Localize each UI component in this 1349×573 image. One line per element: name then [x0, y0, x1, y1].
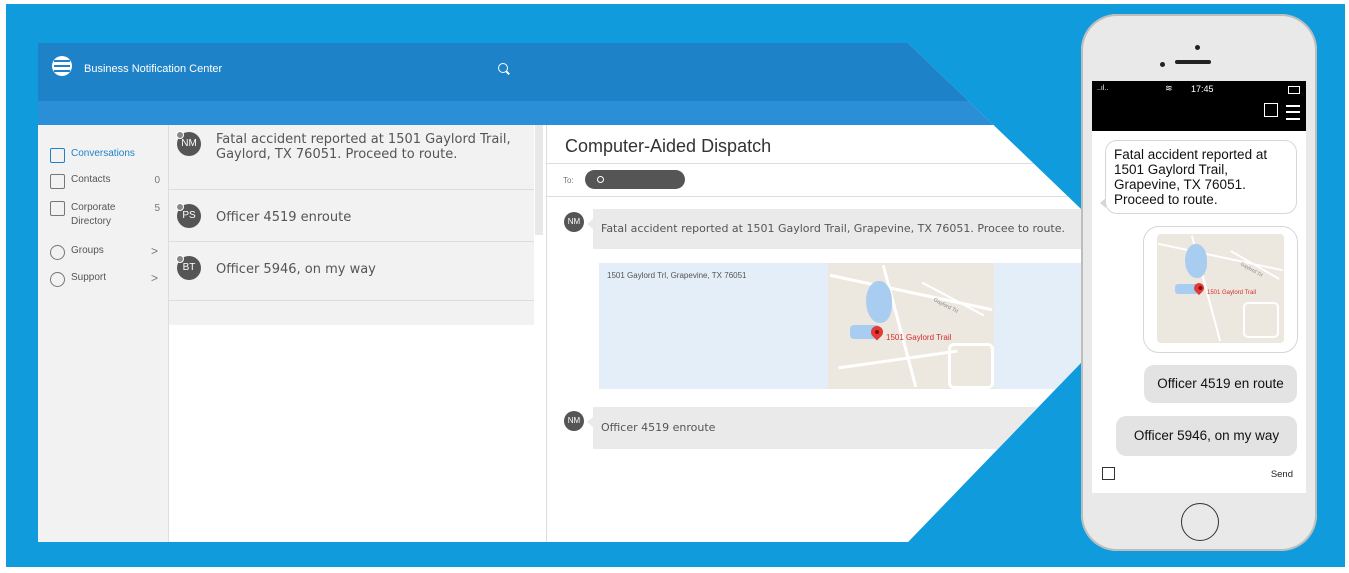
outgoing-message: Officer 5946, on my way [1116, 416, 1297, 456]
groups-icon [50, 245, 65, 260]
conversation-preview: Officer 4519 enroute [216, 210, 352, 225]
directory-count: 5 [154, 203, 160, 214]
list-footer [169, 301, 534, 325]
sidebar-item-conversations[interactable]: Conversations [50, 148, 160, 163]
avatar: NM [564, 212, 584, 232]
list-item[interactable]: PS Officer 4519 enroute [169, 190, 534, 242]
phone-status-bar: ..ıl.. ≋ 17:45 [1092, 81, 1306, 131]
compose-icon[interactable] [1264, 103, 1278, 117]
conversation-list: NM Fatal accident reported at 1501 Gaylo… [169, 125, 547, 542]
list-item[interactable]: BT Officer 5946, on my way [169, 242, 534, 301]
help-icon [50, 272, 65, 287]
message-bubble: Fatal accident reported at 1501 Gaylord … [587, 209, 1153, 249]
chat-icon [50, 148, 65, 163]
sidebar-item-corporate-directory[interactable]: Corporate Directory 5 [50, 201, 160, 229]
desktop-app-window: Business Notification Center Conversatio… [38, 43, 1158, 542]
sidebar-item-label: Corporate Directory [71, 202, 116, 227]
app-title: Business Notification Center [84, 63, 223, 75]
avatar: BT [176, 255, 201, 280]
avatar: PS [176, 203, 201, 228]
att-globe-logo [52, 56, 72, 76]
scrollbar[interactable] [535, 125, 543, 235]
conversation-preview: Officer 5946, on my way [216, 262, 376, 277]
map-image: 1501 Gaylord Trail Gaylord Trl [1157, 234, 1284, 343]
outgoing-message: Officer 4519 en route [1144, 365, 1297, 403]
incoming-message: Fatal accident reported at 1501 Gaylord … [1100, 140, 1297, 214]
message-text: Fatal accident reported at 1501 Gaylord … [601, 222, 1066, 235]
clock: 17:45 [1191, 84, 1214, 94]
sidebar-item-label: Contacts [71, 174, 111, 185]
conversation-preview: Fatal accident reported at 1501 Gaylord … [216, 132, 511, 162]
map-message[interactable]: 1501 Gaylord Trail Gaylord Trl [1143, 226, 1298, 353]
home-button[interactable] [1181, 503, 1219, 541]
sidebar-item-contacts[interactable]: Contacts 0 [50, 174, 160, 189]
menu-icon[interactable] [1286, 105, 1300, 120]
message-text: Officer 4519 enroute [601, 421, 716, 434]
sidebar-item-label: Groups [71, 245, 104, 256]
avatar: NM [176, 131, 201, 156]
chevron-right-icon: > [150, 244, 158, 258]
list-item[interactable]: NM Fatal accident reported at 1501 Gaylo… [169, 125, 534, 190]
app-subheader [38, 101, 1158, 125]
contacts-count: 0 [154, 175, 160, 186]
map-image: 1501 Gaylord Trail Gaylord Trl [828, 263, 994, 389]
signal-icon: ..ıl.. [1097, 85, 1109, 92]
compose-icon[interactable] [1102, 467, 1115, 480]
earpiece-speaker [1175, 60, 1211, 64]
directory-icon [50, 201, 65, 216]
sidebar-item-label: Support [71, 272, 107, 283]
contacts-icon [50, 174, 65, 189]
message-bubble: Officer 4519 enroute [587, 407, 1153, 449]
map-address: 1501 Gaylord Trl, Grapevine, TX 76051 [607, 271, 747, 280]
sensor [1160, 62, 1165, 67]
recipient-chip[interactable] [585, 170, 685, 189]
avatar: NM [564, 411, 584, 431]
to-label: To: [563, 176, 574, 185]
phone-screen: ..ıl.. ≋ 17:45 Fatal accident reported a… [1092, 81, 1306, 493]
page-title: Computer-Aided Dispatch [565, 136, 772, 156]
send-button[interactable]: Send [1271, 469, 1293, 480]
search-icon[interactable] [498, 63, 508, 73]
front-camera [1195, 45, 1200, 50]
wifi-icon: ≋ [1165, 83, 1173, 93]
battery-icon [1288, 86, 1300, 94]
sidebar-item-label: Conversations [71, 148, 135, 159]
sidebar-item-groups[interactable]: Groups > [50, 244, 160, 260]
sidebar-item-support[interactable]: Support > [50, 271, 160, 287]
chevron-right-icon: > [150, 271, 158, 285]
hero-background: Business Notification Center Conversatio… [6, 4, 1345, 567]
app-header: Business Notification Center [38, 43, 1158, 101]
compose-bar: Send [1092, 456, 1306, 492]
phone-mockup: ..ıl.. ≋ 17:45 Fatal accident reported a… [1081, 14, 1317, 551]
map-location-label: 1501 Gaylord Trail [1207, 290, 1257, 296]
map-location-label: 1501 Gaylord Trail [886, 333, 952, 342]
sidebar-nav: Conversations Contacts 0 Corporate Direc… [38, 125, 169, 542]
